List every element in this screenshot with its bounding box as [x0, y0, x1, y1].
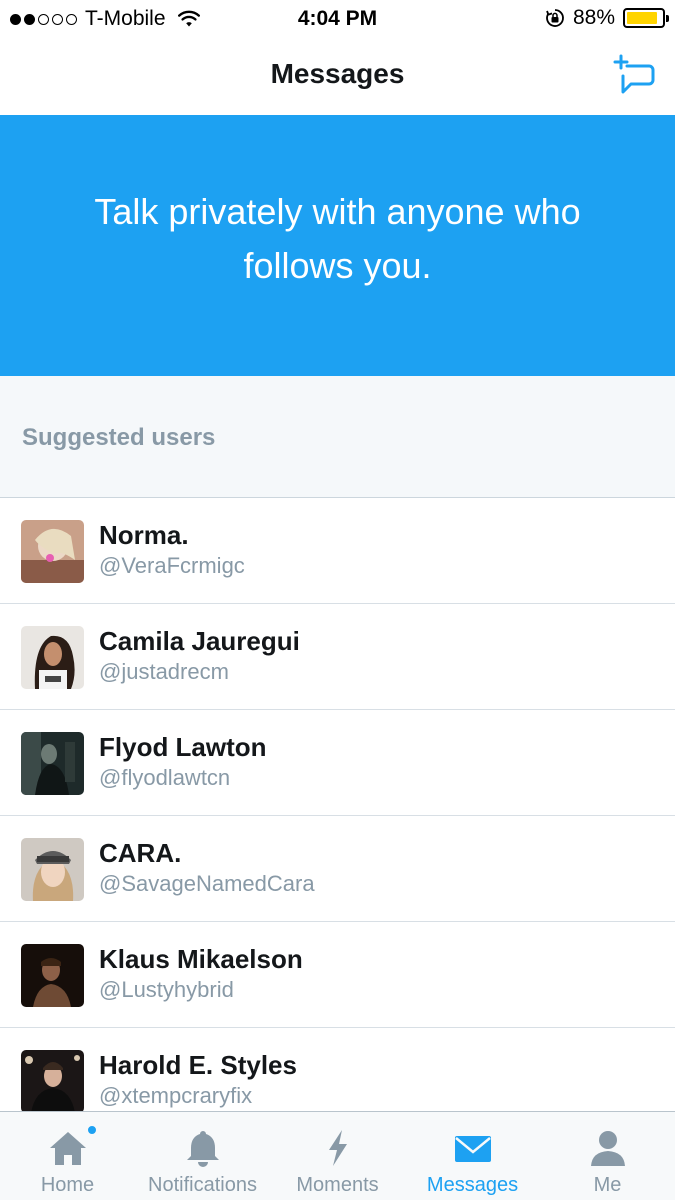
user-name: Norma. — [99, 520, 189, 550]
user-name: CARA. — [99, 838, 182, 868]
lightning-icon — [328, 1130, 347, 1166]
banner-text: Talk privately with anyone who follows y… — [94, 190, 581, 286]
bell-icon — [186, 1131, 219, 1167]
person-icon — [590, 1131, 625, 1166]
user-avatar — [21, 838, 84, 901]
user-avatar — [21, 1050, 84, 1113]
user-row[interactable]: CARA. @SavageNamedCara — [0, 816, 675, 922]
user-name: Harold E. Styles — [99, 1050, 297, 1080]
battery-icon — [623, 8, 669, 28]
tab-label: Notifications — [148, 1174, 257, 1196]
status-bar: T-Mobile 4:04 PM 88% — [0, 0, 675, 38]
user-row[interactable]: Camila Jauregui @justadrecm — [0, 604, 675, 710]
user-row[interactable]: Flyod Lawton @flyodlawtcn — [0, 710, 675, 816]
user-handle: @Lustyhybrid — [99, 977, 234, 1002]
tab-label: Me — [593, 1174, 622, 1196]
tab-bar: Home Notifications Moments Messages Me — [0, 1111, 675, 1200]
tab-me[interactable]: Me — [540, 1112, 675, 1200]
tab-label: Home — [40, 1174, 95, 1196]
user-name: Camila Jauregui — [99, 626, 300, 656]
user-handle: @xtempcraryfix — [99, 1083, 253, 1108]
user-name: Klaus Mikaelson — [99, 944, 303, 974]
suggested-users-header: Suggested users — [0, 376, 675, 498]
tab-label: Messages — [426, 1174, 519, 1196]
suggested-users-list: Norma. @VeraFcrmigc Camila Jauregui @jus… — [0, 498, 675, 1134]
home-icon — [49, 1132, 86, 1165]
page-title: Messages — [270, 58, 405, 89]
navigation-bar: Messages — [0, 38, 675, 115]
status-right: 88% — [545, 6, 669, 30]
user-avatar — [21, 732, 84, 795]
notification-dot — [86, 1124, 98, 1136]
tab-notifications[interactable]: Notifications — [135, 1112, 270, 1200]
battery-percentage: 88% — [572, 6, 615, 29]
user-avatar — [21, 626, 84, 689]
envelope-icon — [454, 1136, 491, 1162]
user-row[interactable]: Norma. @VeraFcrmigc — [0, 498, 675, 604]
user-avatar — [21, 520, 84, 583]
tab-messages[interactable]: Messages — [405, 1112, 540, 1200]
suggested-users-label: Suggested users — [22, 424, 216, 451]
messages-info-banner: Talk privately with anyone who follows y… — [0, 115, 675, 376]
user-row[interactable]: Klaus Mikaelson @Lustyhybrid — [0, 922, 675, 1028]
tab-moments[interactable]: Moments — [270, 1112, 405, 1200]
user-handle: @justadrecm — [99, 659, 229, 684]
user-handle: @flyodlawtcn — [99, 765, 231, 790]
tab-home[interactable]: Home — [0, 1112, 135, 1200]
user-name: Flyod Lawton — [99, 732, 267, 762]
messages-screen: T-Mobile 4:04 PM 88% Messages Talk priva… — [0, 0, 675, 1200]
user-avatar — [21, 944, 84, 1007]
tab-label: Moments — [296, 1174, 379, 1196]
rotation-lock-icon — [546, 9, 564, 27]
user-handle: @SavageNamedCara — [99, 871, 315, 896]
battery-level — [627, 12, 657, 24]
user-handle: @VeraFcrmigc — [99, 553, 245, 578]
new-message-button[interactable] — [613, 54, 657, 98]
